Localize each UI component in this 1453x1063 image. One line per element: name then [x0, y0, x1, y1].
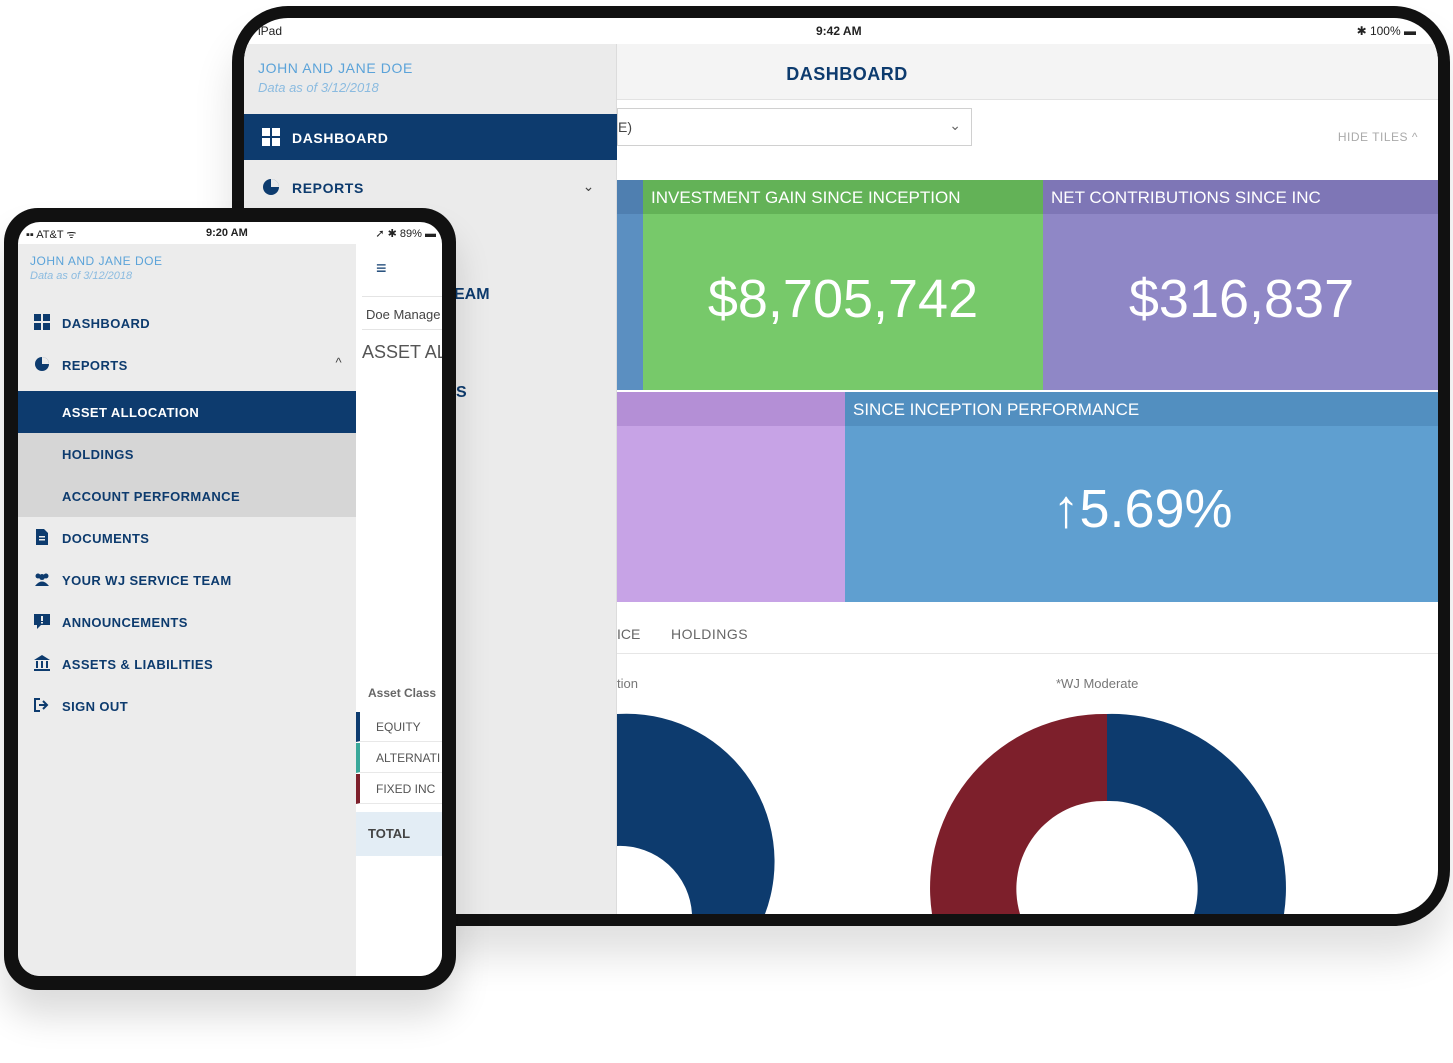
iphone-screen: ▪▪ AT&T ᯤ 9:20 AM ➚ ✱ 89% ▬ JOHN AND JAN…: [18, 222, 442, 976]
chevron-down-icon: ⌄: [582, 178, 595, 194]
data-as-of: Data as of 3/12/2018: [30, 270, 133, 282]
dashboard-icon: [262, 128, 280, 146]
sidebar-item-asset-allocation[interactable]: ASSET ALLOCATION: [18, 391, 356, 433]
sidebar-item-label: SIGN OUT: [62, 699, 129, 714]
sidebar-item-label: ASSET ALLOCATION: [62, 405, 200, 420]
team-icon: [35, 573, 49, 586]
manager-select[interactable]: Doe Manage: [362, 296, 442, 330]
sidebar-item-announcements[interactable]: ANNOUNCEMENTS: [18, 601, 356, 643]
status-time: 9:20 AM: [206, 227, 248, 239]
model-donut-maroon: [930, 713, 1107, 914]
iphone-content: ≡ Doe Manage ASSET AL Asset Class EQUITY…: [356, 244, 442, 976]
sidebar-item-label: YOUR WJ SERVICE TEAM: [62, 573, 232, 588]
table-row[interactable]: EQUITY: [356, 712, 442, 742]
sidebar-item-label: ANNOUNCEMENTS: [62, 615, 188, 630]
current-donut-navy: [617, 713, 775, 914]
sidebar-item-service-team[interactable]: YOUR WJ SERVICE TEAM: [18, 559, 356, 601]
sidebar-item-label: DASHBOARD: [62, 316, 151, 331]
sidebar-item-holdings[interactable]: HOLDINGS: [18, 433, 356, 475]
iphone-sidebar: JOHN AND JANE DOE Data as of 3/12/2018 D…: [18, 244, 356, 976]
sidebar-item-documents[interactable]: DOCUMENTS: [18, 517, 356, 559]
sidebar-item-sign-out[interactable]: SIGN OUT: [18, 685, 356, 727]
dashboard-icon: [34, 314, 50, 330]
announcement-icon: [34, 614, 50, 629]
sidebar-item-peek: EAM: [454, 286, 490, 303]
column-header-asset-class: Asset Class: [368, 686, 437, 700]
sidebar-item-label: HOLDINGS: [62, 447, 134, 462]
carrier: ▪▪ AT&T ᯤ: [26, 229, 77, 241]
sidebar-item-label: REPORTS: [62, 358, 128, 373]
model-donut-navy: [1107, 713, 1286, 914]
sidebar-item-assets-liabilities[interactable]: ASSETS & LIABILITIES: [18, 643, 356, 685]
bank-icon: [34, 655, 50, 671]
pie-chart-icon: [263, 179, 279, 195]
client-name: JOHN AND JANE DOE: [30, 254, 163, 268]
sidebar-item-label: ASSETS & LIABILITIES: [62, 657, 214, 672]
sidebar-item-peek: S: [456, 384, 467, 401]
sign-out-icon: [34, 698, 49, 712]
chevron-up-icon: ^: [335, 355, 342, 370]
sidebar-item-label: DOCUMENTS: [62, 531, 150, 546]
client-name: JOHN AND JANE DOE: [258, 60, 413, 76]
sidebar-item-label: DASHBOARD: [292, 130, 389, 146]
hamburger-menu-icon[interactable]: ≡: [376, 258, 387, 279]
sidebar-item-reports[interactable]: REPORTS ⌄: [244, 164, 617, 210]
sidebar-item-dashboard[interactable]: DASHBOARD: [18, 302, 356, 344]
sidebar-item-label: ACCOUNT PERFORMANCE: [62, 489, 241, 504]
table-row[interactable]: FIXED INC: [356, 774, 442, 804]
pie-chart-icon: [35, 357, 49, 371]
iphone-status-bar: ▪▪ AT&T ᯤ 9:20 AM ➚ ✱ 89% ▬: [18, 222, 442, 244]
page-title: ASSET AL: [362, 342, 442, 362]
sidebar-item-account-performance[interactable]: ACCOUNT PERFORMANCE: [18, 475, 356, 517]
battery-level: ➚ ✱ 89% ▬: [375, 228, 436, 240]
sidebar-item-reports[interactable]: REPORTS ^: [18, 344, 356, 386]
document-icon: [36, 529, 48, 545]
data-as-of: Data as of 3/12/2018: [258, 80, 379, 95]
table-row[interactable]: ALTERNATI: [356, 743, 442, 773]
iphone-device: ▪▪ AT&T ᯤ 9:20 AM ➚ ✱ 89% ▬ JOHN AND JAN…: [4, 208, 456, 990]
stage: iPad 9:42 AM ✱ 100% ▬ DASHBOARD E) ⌄ HID…: [0, 0, 1453, 1063]
sidebar-item-dashboard[interactable]: DASHBOARD: [244, 114, 617, 160]
table-total-row: TOTAL: [356, 812, 442, 856]
sidebar-item-label: REPORTS: [292, 180, 364, 196]
